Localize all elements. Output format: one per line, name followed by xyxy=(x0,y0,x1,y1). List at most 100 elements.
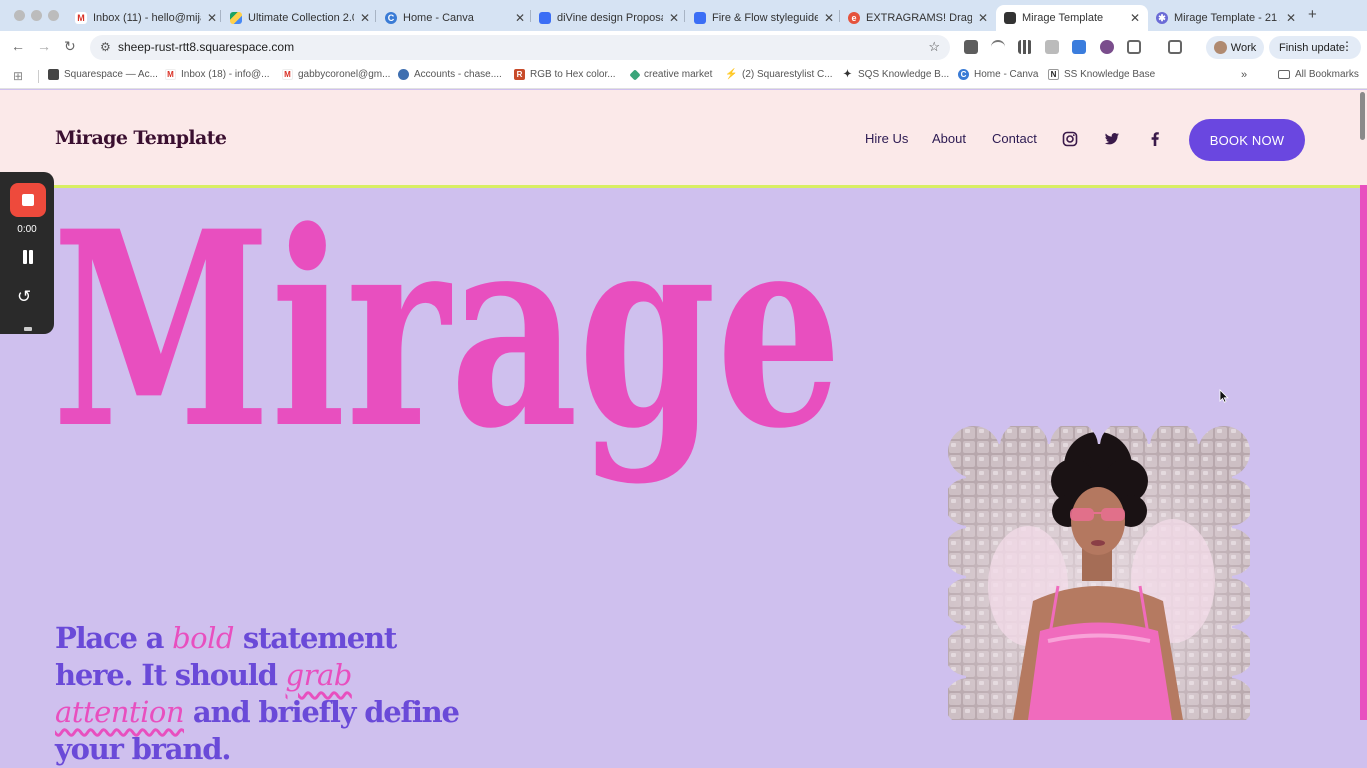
restart-icon[interactable]: ↺ xyxy=(17,287,31,307)
bookmark-star-icon[interactable]: ☆ xyxy=(928,39,940,55)
site-info-icon[interactable]: ⚙ xyxy=(100,40,111,54)
close-tab-icon[interactable]: ✕ xyxy=(207,11,217,25)
app-icon: e xyxy=(848,12,860,24)
browser-tab[interactable]: M Inbox (11) - hello@mija ✕ xyxy=(75,5,217,31)
profile-button[interactable]: Work xyxy=(1206,36,1264,59)
pause-icon[interactable] xyxy=(21,250,35,264)
hero-headline: Place a bold statement here. It should g… xyxy=(55,621,460,766)
chase-icon xyxy=(398,69,409,80)
browser-tab-active[interactable]: Mirage Template ✕ xyxy=(996,5,1148,31)
hero-title-text: Mirage xyxy=(52,188,842,488)
window-minimize-button[interactable] xyxy=(31,10,42,21)
back-icon[interactable]: ← xyxy=(11,38,25,54)
mouse-cursor-icon xyxy=(1219,389,1229,403)
browser-tab[interactable]: Fire & Flow styleguide ✕ xyxy=(694,5,834,31)
creative-market-icon xyxy=(629,68,641,81)
extension-icon[interactable] xyxy=(1100,40,1114,54)
site-logo[interactable]: Mirage Template xyxy=(55,127,227,149)
close-tab-icon[interactable]: ✕ xyxy=(360,11,370,25)
forward-icon[interactable]: → xyxy=(37,38,51,54)
more-bookmarks-icon[interactable]: » xyxy=(1241,69,1247,81)
drive-icon xyxy=(230,12,242,24)
folder-icon xyxy=(1278,70,1290,79)
close-tab-icon[interactable]: ✕ xyxy=(1286,11,1296,25)
browser-tab[interactable]: e EXTRAGRAMS! Drag Q ✕ xyxy=(848,5,988,31)
url-text[interactable]: sheep-rust-rtt8.squarespace.com xyxy=(118,40,294,54)
bookmark-item[interactable]: R RGB to Hex color... xyxy=(514,69,616,80)
bookmark-item[interactable]: creative market xyxy=(629,68,712,81)
screen-recorder-widget: 0:00 ↺ xyxy=(0,172,54,334)
nav-hire-us[interactable]: Hire Us xyxy=(865,131,908,146)
tab-divider xyxy=(684,10,685,22)
close-tab-icon[interactable]: ✕ xyxy=(669,11,679,25)
bookmark-item[interactable]: Mgabbycoronel@gm... xyxy=(282,69,390,80)
finish-update-button[interactable]: Finish update ⋮ xyxy=(1269,36,1361,59)
sparkle-icon: ✦ xyxy=(843,69,852,80)
apps-icon[interactable]: ⊞ xyxy=(13,69,23,83)
bookmarks-bar: ⊞ Squarespace — Ac... M Inbox (18) - info… xyxy=(0,63,1367,89)
address-bar[interactable]: ⚙ sheep-rust-rtt8.squarespace.com ☆ xyxy=(90,35,950,60)
bookmark-item[interactable]: Accounts - chase.... xyxy=(398,69,502,80)
tab-divider xyxy=(220,10,221,22)
all-bookmarks-button[interactable]: All Bookmarks xyxy=(1278,69,1359,80)
twitter-icon[interactable] xyxy=(1104,131,1120,147)
scrollbar-thumb[interactable] xyxy=(1360,92,1365,140)
bookmark-item[interactable]: ⚡ (2) Squarestylist C... xyxy=(725,69,832,80)
gmail-icon: M xyxy=(282,69,293,80)
facebook-icon[interactable] xyxy=(1147,131,1163,147)
nav-about[interactable]: About xyxy=(932,131,966,146)
extension-icon[interactable] xyxy=(991,40,1005,54)
book-now-button[interactable]: BOOK NOW xyxy=(1189,119,1305,161)
browser-tab[interactable]: ✱ Mirage Template - 21 A ✕ xyxy=(1156,5,1296,31)
bookmark-item[interactable]: Squarespace — Ac... xyxy=(48,69,158,80)
bookmark-item[interactable]: M Inbox (18) - info@... xyxy=(165,69,270,80)
camera-icon[interactable] xyxy=(1045,40,1059,54)
bookmark-item[interactable]: N SS Knowledge Base xyxy=(1048,69,1155,80)
page-edge-accent xyxy=(1360,185,1367,720)
reload-icon[interactable]: ↻ xyxy=(64,38,76,55)
browser-tab[interactable]: C Home - Canva ✕ xyxy=(385,5,525,31)
tab-divider xyxy=(839,10,840,22)
gmail-icon: M xyxy=(75,12,87,24)
browser-tab[interactable]: Ultimate Collection 2.0 ✕ xyxy=(230,5,370,31)
browser-tab[interactable]: diVine design Proposal ✕ xyxy=(539,5,679,31)
window-close-button[interactable] xyxy=(14,10,25,21)
hero-photo xyxy=(948,426,1250,720)
app-icon xyxy=(539,12,551,24)
rgb-icon: R xyxy=(514,69,525,80)
apps-grid-icon[interactable] xyxy=(1018,40,1032,54)
squarespace-icon xyxy=(48,69,59,80)
more-icon[interactable] xyxy=(24,327,32,331)
browser-tab-bar: M Inbox (11) - hello@mija ✕ Ultimate Col… xyxy=(0,0,1367,31)
canva-icon: C xyxy=(385,12,397,24)
canva-icon: C xyxy=(958,69,969,80)
bookmark-item[interactable]: ✦ SQS Knowledge B... xyxy=(842,69,949,80)
menu-dots-icon[interactable]: ⋮ xyxy=(1341,39,1353,53)
extension-icon[interactable] xyxy=(1072,40,1086,54)
nav-contact[interactable]: Contact xyxy=(992,131,1037,146)
bookmark-item[interactable]: C Home - Canva xyxy=(958,69,1038,80)
gear-icon: ✱ xyxy=(1156,12,1168,24)
puzzle-icon[interactable] xyxy=(1127,40,1141,54)
app-icon xyxy=(694,12,706,24)
close-tab-icon[interactable]: ✕ xyxy=(1130,11,1140,25)
divider xyxy=(38,70,39,83)
hero-title: Mirage xyxy=(52,188,842,488)
close-tab-icon[interactable]: ✕ xyxy=(515,11,525,25)
sidepanel-icon[interactable] xyxy=(1168,40,1182,54)
browser-toolbar: ← → ↻ ⚙ sheep-rust-rtt8.squarespace.com … xyxy=(0,31,1367,63)
close-tab-icon[interactable]: ✕ xyxy=(978,11,988,25)
close-tab-icon[interactable]: ✕ xyxy=(824,11,834,25)
notion-icon: N xyxy=(1048,69,1059,80)
recording-timer: 0:00 xyxy=(17,224,37,235)
instagram-icon[interactable] xyxy=(1062,131,1078,147)
headline-emphasis-bold: bold xyxy=(172,621,234,655)
window-zoom-button[interactable] xyxy=(48,10,59,21)
avatar xyxy=(1213,41,1227,54)
lightning-icon: ⚡ xyxy=(725,69,738,80)
tab-divider xyxy=(530,10,531,22)
gmail-icon: M xyxy=(165,69,176,80)
new-tab-button[interactable]: + xyxy=(1308,6,1317,23)
stop-recording-button[interactable] xyxy=(10,183,46,217)
extension-icon[interactable] xyxy=(964,40,978,54)
